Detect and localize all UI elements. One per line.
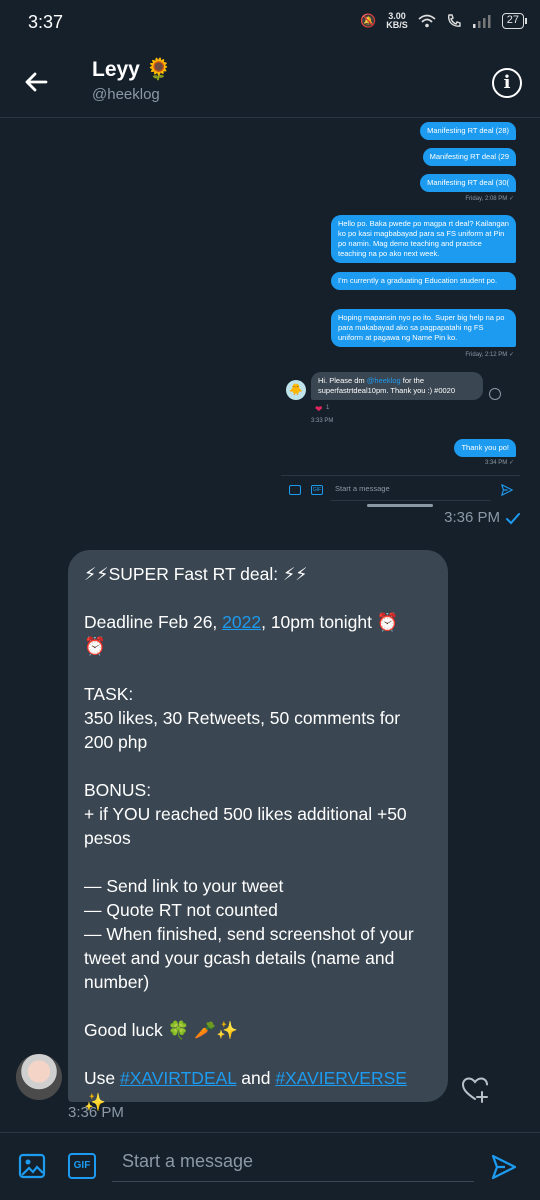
mini-sent-message: Manifesting RT deal (28) <box>420 122 516 140</box>
mini-gif-icon: GIF <box>311 485 323 495</box>
mini-timestamp: Friday, 2:12 PM ✓ <box>465 352 514 358</box>
message-line: pesos <box>84 828 131 848</box>
mini-add-reaction-icon <box>489 388 501 400</box>
info-icon[interactable]: i <box>492 68 522 98</box>
mini-mention-link: @heeklog <box>366 376 401 385</box>
status-icons: 🔕 3.00 KB/S 27 <box>360 12 528 30</box>
message-text: , 10pm tonight ⏰ <box>261 612 399 632</box>
mini-heart-count: 1 <box>326 405 330 411</box>
shared-screenshot-image[interactable]: Manifesting RT deal (28) Manifesting RT … <box>281 118 520 508</box>
message-line: tweet and your gcash details (name and <box>84 948 395 968</box>
image-icon[interactable] <box>18 1153 46 1179</box>
mini-timestamp: Friday, 2:08 PM ✓ <box>465 196 514 202</box>
conversation-handle[interactable]: @heeklog <box>92 86 160 103</box>
status-time: 3:37 <box>28 12 64 32</box>
message-line: — Quote RT not counted <box>84 900 278 920</box>
signal-icon <box>472 15 491 28</box>
message-line: + if YOU reached 500 likes additional +5… <box>84 804 407 824</box>
message-text: and <box>236 1068 276 1088</box>
message-timestamp: 3:36 PM <box>444 509 500 526</box>
compose-bar: GIF Start a message <box>0 1132 540 1200</box>
year-link[interactable]: 2022 <box>222 612 261 632</box>
message-line: Use #XAVIRTDEAL and #XAVIERVERSE ✨ <box>84 1066 432 1114</box>
mini-sent-message: Manifesting RT deal (30( <box>420 174 516 192</box>
message-line: Good luck 🍀 🥕✨ <box>84 1020 238 1040</box>
hashtag-link[interactable]: #XAVIERVERSE <box>275 1068 407 1088</box>
message-line: TASK: <box>84 684 134 704</box>
call-icon <box>447 14 461 27</box>
message-timestamp: 3:36 PM <box>68 1104 124 1121</box>
message-line: BONUS: <box>84 780 152 800</box>
gif-icon[interactable]: GIF <box>68 1153 96 1179</box>
mini-compose-placeholder: Start a message <box>335 484 390 493</box>
network-speed: 3.00 KB/S <box>386 12 408 30</box>
mini-received-text: Hi. Please dm <box>318 376 367 385</box>
message-line: number) <box>84 972 150 992</box>
mini-timestamp: 3:34 PM ✓ <box>484 460 514 466</box>
mini-timestamp: 3:33 PM <box>311 418 334 424</box>
mini-sent-message: Manifesting RT deal (29 <box>422 148 516 166</box>
mini-send-icon <box>501 484 513 496</box>
message-line: 200 php <box>84 732 148 752</box>
mini-image-icon <box>289 485 301 495</box>
send-icon[interactable] <box>490 1153 518 1181</box>
mini-sent-message: Hello po. Baka pwede po magpa rt deal? K… <box>331 215 516 263</box>
battery-indicator: 27 <box>501 13 528 29</box>
wifi-icon <box>418 14 436 28</box>
speed-unit: KB/S <box>386 20 408 30</box>
message-line: ⚡⚡SUPER Fast RT deal: ⚡⚡ <box>84 564 308 584</box>
mini-avatar: 🐥 <box>286 380 306 400</box>
message-line: ⏰ <box>84 636 106 656</box>
mini-sent-message: Hoping mapansin nyo po ito. Super big he… <box>331 309 516 347</box>
mute-icon: 🔕 <box>360 13 377 28</box>
message-text: Deadline Feb 26, <box>84 612 223 632</box>
conversation-header: Leyy 🌻 @heeklog i <box>0 46 540 118</box>
message-line: — When finished, send screenshot of your <box>84 924 414 944</box>
mini-sent-message: I'm currently a graduating Education stu… <box>331 272 516 290</box>
mini-heart-icon: ❤ <box>315 404 323 414</box>
hashtag-link[interactable]: #XAVIRTDEAL <box>120 1068 236 1088</box>
conversation-name[interactable]: Leyy 🌻 <box>92 58 172 82</box>
message-line: — Send link to your tweet <box>84 876 284 896</box>
message-line: 350 likes, 30 Retweets, 50 comments for <box>84 708 401 728</box>
add-reaction-icon[interactable] <box>460 1074 490 1104</box>
mini-received-message: Hi. Please dm @heeklog for the superfast… <box>311 372 483 400</box>
received-message-bubble[interactable]: ⚡⚡SUPER Fast RT deal: ⚡⚡ Deadline Feb 26… <box>68 550 448 1112</box>
input-underline <box>112 1181 474 1182</box>
checkmark-icon <box>506 513 520 525</box>
mini-gesture-handle <box>367 504 433 507</box>
message-line: Deadline Feb 26, 2022, 10pm tonight ⏰ <box>84 610 432 634</box>
status-bar: 3:37 🔕 3.00 KB/S 27 <box>0 0 540 46</box>
mini-sent-message: Thank you po! <box>454 439 516 457</box>
back-arrow-icon[interactable] <box>20 66 52 98</box>
sender-avatar[interactable] <box>16 1054 62 1100</box>
mini-compose-bar: GIF Start a message <box>281 475 520 503</box>
mini-input-underline <box>331 500 491 501</box>
message-text: Use <box>84 1068 120 1088</box>
message-input[interactable]: Start a message <box>122 1151 253 1172</box>
